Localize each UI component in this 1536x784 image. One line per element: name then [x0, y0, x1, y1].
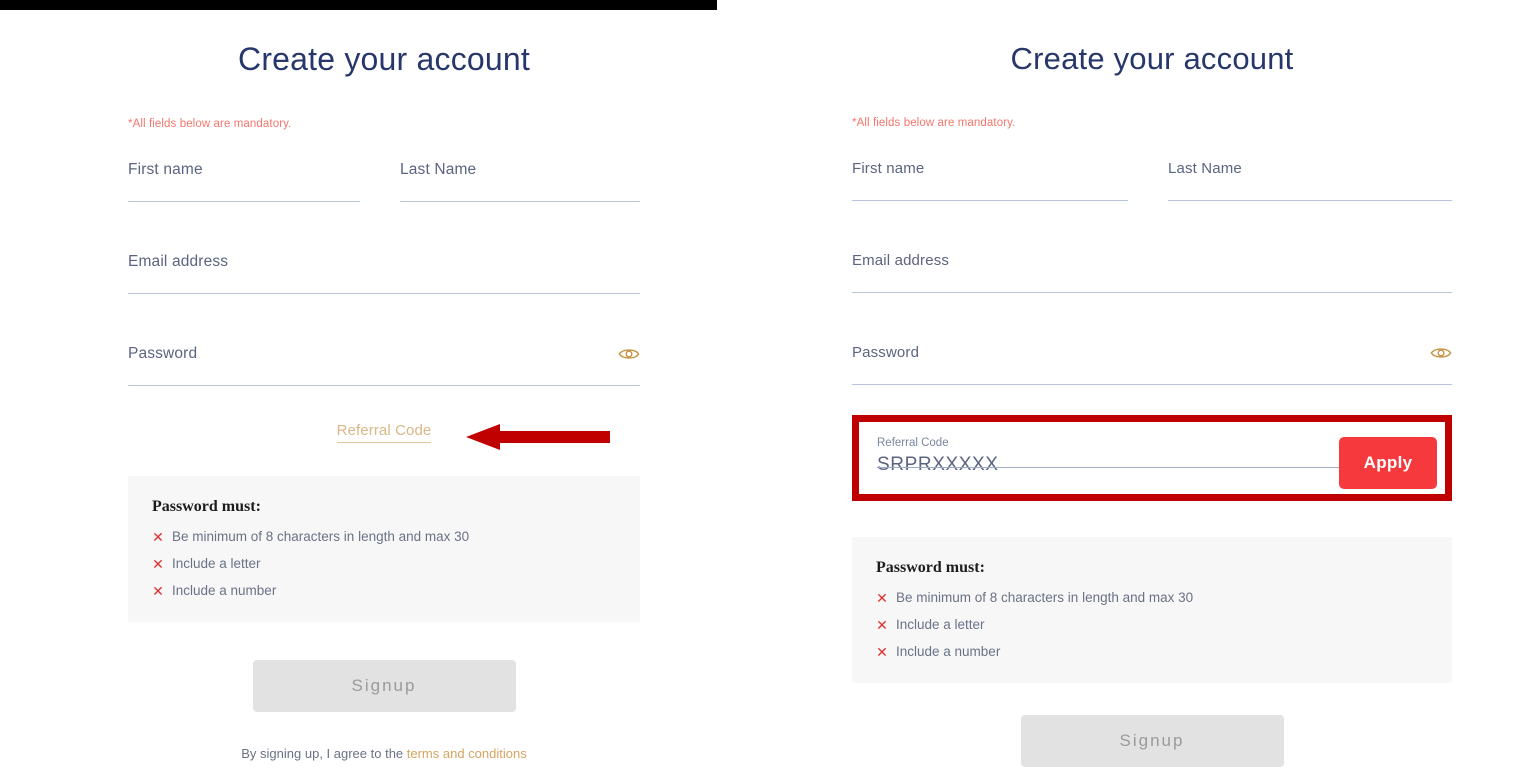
- last-name-input[interactable]: [1168, 179, 1452, 201]
- email-field-row: Email address: [852, 251, 1452, 293]
- password-rule-item: ✕ Be minimum of 8 characters in length a…: [876, 589, 1428, 607]
- password-field-row: Password: [852, 343, 1452, 385]
- referral-code-field[interactable]: Referral Code SRPRXXXXX Apply: [877, 436, 1437, 489]
- last-name-field[interactable]: Last Name: [384, 160, 640, 202]
- first-name-label: First name: [852, 160, 925, 177]
- first-name-input[interactable]: [128, 180, 360, 202]
- name-field-row: First name Last Name: [852, 159, 1452, 201]
- first-name-field[interactable]: First name: [128, 160, 384, 202]
- signup-button-wrap: Signup: [852, 715, 1452, 767]
- mandatory-fields-note: *All fields below are mandatory.: [128, 118, 292, 130]
- mandatory-fields-note: *All fields below are mandatory.: [852, 117, 1016, 129]
- x-mark-icon: ✕: [152, 556, 164, 572]
- signup-button-wrap: Signup: [128, 660, 640, 712]
- page-title: Create your account: [1010, 41, 1294, 76]
- eye-icon[interactable]: [1430, 344, 1452, 362]
- password-rules-box: Password must: ✕ Be minimum of 8 charact…: [128, 476, 640, 622]
- x-mark-icon: ✕: [876, 644, 888, 660]
- signup-button[interactable]: Signup: [252, 660, 516, 712]
- terms-prefix-text: By signing up, I agree to the: [241, 746, 407, 761]
- email-input[interactable]: [852, 271, 1452, 293]
- password-rule-text: Be minimum of 8 characters in length and…: [172, 529, 470, 544]
- password-rule-text: Include a number: [172, 583, 277, 598]
- x-mark-icon: ✕: [152, 583, 164, 599]
- password-label: Password: [852, 344, 920, 361]
- x-mark-icon: ✕: [876, 617, 888, 633]
- page-title: Create your account: [238, 41, 530, 77]
- referral-code-link-row: Referral Code: [128, 422, 640, 450]
- password-rule-item: ✕ Include a number: [876, 643, 1428, 661]
- eye-icon[interactable]: [618, 345, 640, 363]
- last-name-field[interactable]: Last Name: [1152, 159, 1452, 201]
- apply-button[interactable]: Apply: [1339, 437, 1437, 489]
- referral-code-link[interactable]: Referral Code: [336, 422, 432, 443]
- password-rules-heading: Password must:: [876, 559, 985, 576]
- name-field-row: First name Last Name: [128, 160, 640, 202]
- password-input[interactable]: [128, 364, 640, 386]
- left-arrow-icon: [466, 424, 610, 450]
- password-rule-item: ✕ Be minimum of 8 characters in length a…: [152, 528, 616, 546]
- email-input[interactable]: [128, 272, 640, 294]
- screenshot-root: Create your account *All fields below ar…: [0, 0, 1536, 784]
- password-rule-item: ✕ Include a letter: [152, 555, 616, 573]
- email-field[interactable]: Email address: [128, 252, 640, 294]
- password-rule-text: Include a letter: [896, 617, 985, 632]
- signup-form-right: Create your account *All fields below ar…: [768, 22, 1536, 767]
- top-black-bar: [0, 0, 717, 10]
- password-rule-item: ✕ Include a number: [152, 582, 616, 600]
- terms-agreement-line: By signing up, I agree to the terms and …: [128, 746, 640, 761]
- first-name-field[interactable]: First name: [852, 159, 1152, 201]
- x-mark-icon: ✕: [152, 529, 164, 545]
- last-name-label: Last Name: [400, 161, 477, 178]
- password-field[interactable]: Password: [852, 343, 1452, 385]
- first-name-label: First name: [128, 161, 203, 178]
- last-name-input[interactable]: [400, 180, 640, 202]
- x-mark-icon: ✕: [876, 590, 888, 606]
- password-rule-text: Include a letter: [172, 556, 261, 571]
- first-name-input[interactable]: [852, 179, 1128, 201]
- referral-code-highlight-box: Referral Code SRPRXXXXX Apply: [852, 415, 1452, 501]
- password-rule-text: Include a number: [896, 644, 1001, 659]
- email-label: Email address: [852, 252, 949, 269]
- password-rules-box: Password must: ✕ Be minimum of 8 charact…: [852, 537, 1452, 683]
- password-rule-item: ✕ Include a letter: [876, 616, 1428, 634]
- password-label: Password: [128, 345, 198, 362]
- terms-and-conditions-link[interactable]: terms and conditions: [407, 746, 527, 761]
- signup-button[interactable]: Signup: [1020, 715, 1284, 767]
- email-field-row: Email address: [128, 252, 640, 294]
- password-rules-heading: Password must:: [152, 498, 261, 515]
- password-rule-text: Be minimum of 8 characters in length and…: [896, 590, 1194, 605]
- password-field-row: Password: [128, 344, 640, 386]
- last-name-label: Last Name: [1168, 160, 1242, 177]
- signup-form-left: Create your account *All fields below ar…: [0, 22, 768, 761]
- email-label: Email address: [128, 253, 229, 270]
- password-input[interactable]: [852, 363, 1452, 385]
- email-field[interactable]: Email address: [852, 251, 1452, 293]
- password-field[interactable]: Password: [128, 344, 640, 386]
